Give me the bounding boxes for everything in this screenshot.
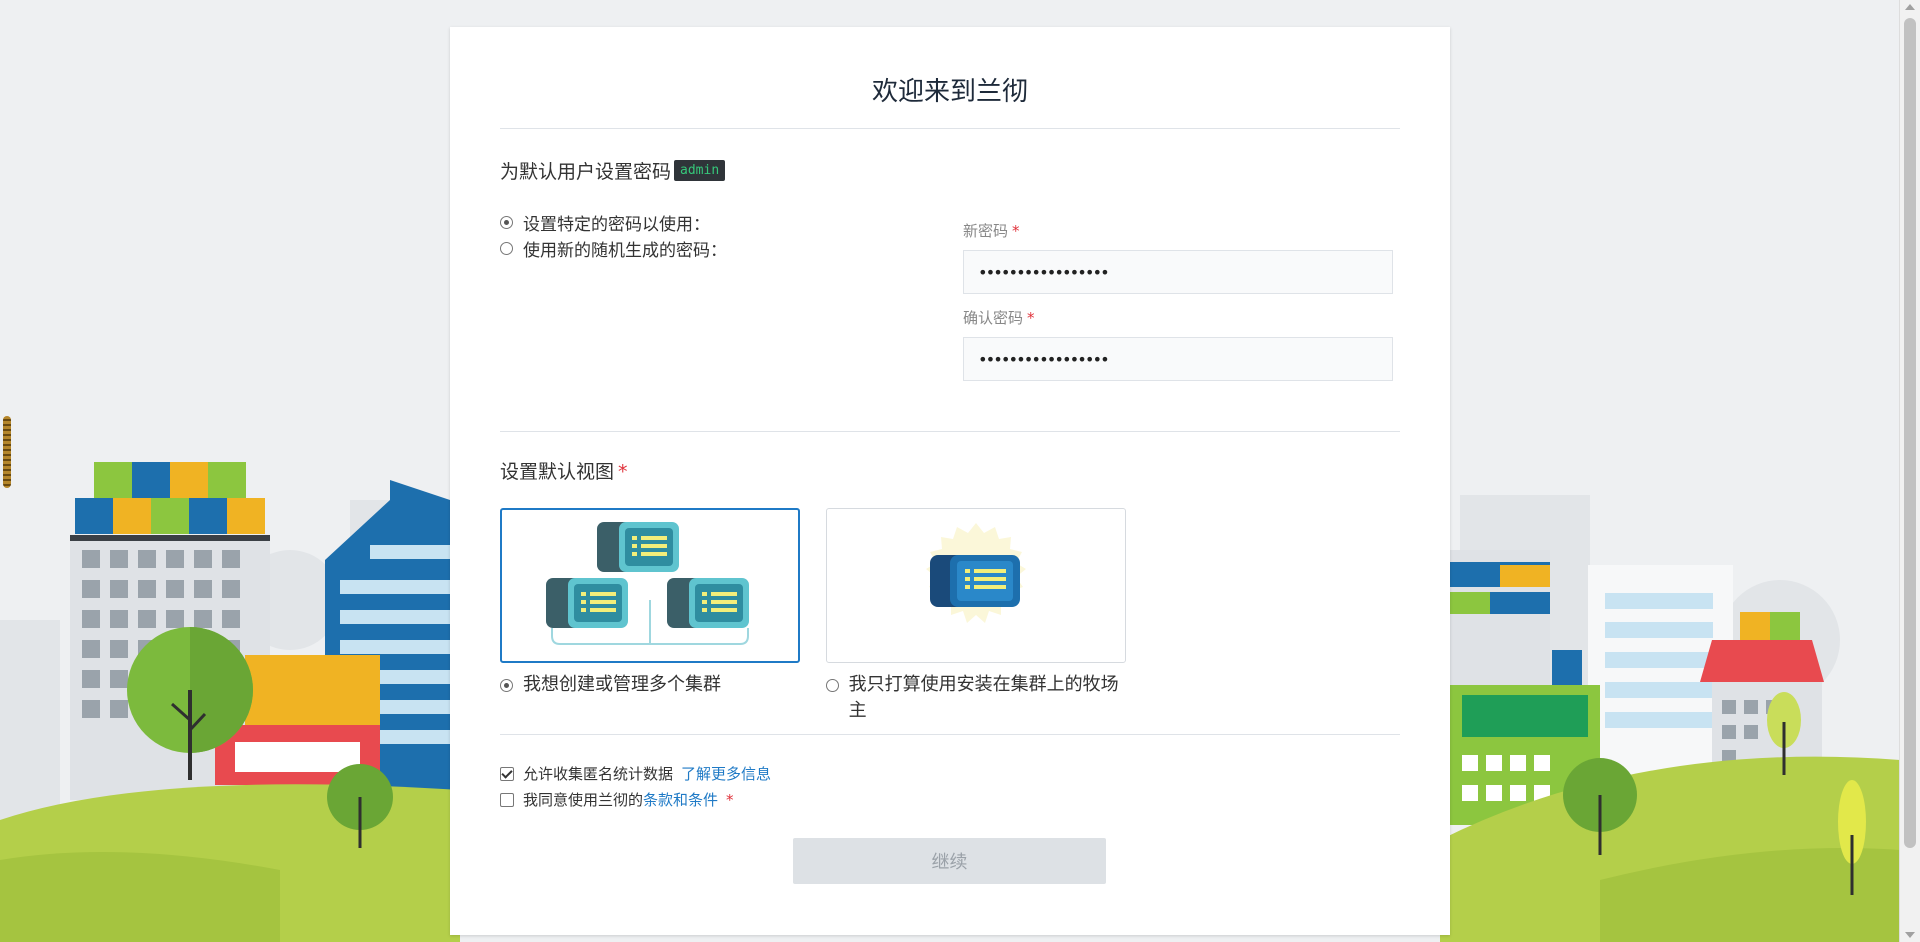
default-user-badge: admin [674,160,726,181]
setup-card: 欢迎来到兰彻 为默认用户设置密码 admin 设置特定的密码以使用： 使用新的随… [450,27,1450,935]
scrollbar-thumb[interactable] [1904,18,1916,848]
required-mark: * [1027,309,1035,327]
confirm-password-label-text: 确认密码 [963,309,1024,327]
single-cluster-icon [926,523,1026,623]
view-option-single-cluster[interactable]: 我只打算使用安装在集群上的牧场主 [826,672,1126,724]
new-password-input[interactable] [963,250,1393,294]
page-title: 欢迎来到兰彻 [871,77,1028,107]
divider [500,734,1400,735]
terms-row: 我同意使用兰彻的 条款和条件 * [500,789,734,810]
page-scrollbar[interactable] [1899,0,1920,942]
divider [500,431,1400,432]
multi-cluster-icon [546,522,749,645]
divider [500,128,1400,129]
view-option-single-cluster-label: 我只打算使用安装在集群上的牧场主 [848,674,1119,721]
view-option-multi-cluster[interactable]: 我想创建或管理多个集群 [500,672,721,698]
continue-button[interactable]: 继续 [793,838,1106,884]
terms-link[interactable]: 条款和条件 [643,789,718,810]
required-mark: * [1012,222,1020,240]
telemetry-checkbox[interactable] [500,766,514,781]
password-option-random[interactable]: 使用新的随机生成的密码： [500,236,727,261]
view-card-single-cluster[interactable] [826,508,1126,663]
terms-label: 我同意使用兰彻的 [523,791,644,809]
password-section-heading: 为默认用户设置密码 admin [500,157,726,184]
view-heading-text: 设置默认视图 [500,461,615,483]
radio-multi-cluster[interactable] [500,679,513,692]
new-password-label: 新密码 * [963,220,1020,241]
radio-specific-password[interactable] [500,216,513,229]
radio-single-cluster[interactable] [826,679,839,692]
confirm-password-input[interactable] [963,337,1393,381]
view-section-heading: 设置默认视图 * [500,457,628,484]
learn-more-link[interactable]: 了解更多信息 [681,763,771,784]
scroll-up-arrow-icon[interactable] [1905,4,1915,10]
terms-checkbox[interactable] [500,792,514,807]
new-password-label-text: 新密码 [963,222,1009,240]
view-card-multi-cluster[interactable] [500,508,800,663]
resize-handle[interactable] [3,416,11,488]
required-mark: * [726,790,734,809]
password-option-specific[interactable]: 设置特定的密码以使用： [500,210,710,235]
password-heading-text: 为默认用户设置密码 [500,161,672,183]
radio-random-password[interactable] [500,242,513,255]
view-option-multi-cluster-label: 我想创建或管理多个集群 [523,674,721,695]
required-mark: * [618,461,628,483]
password-option-specific-label: 设置特定的密码以使用： [523,215,710,235]
telemetry-label: 允许收集匿名统计数据 [523,765,674,783]
scroll-down-arrow-icon[interactable] [1905,932,1915,938]
telemetry-row: 允许收集匿名统计数据 了解更多信息 [500,763,771,784]
confirm-password-label: 确认密码 * [963,307,1035,328]
password-option-random-label: 使用新的随机生成的密码： [523,241,727,261]
